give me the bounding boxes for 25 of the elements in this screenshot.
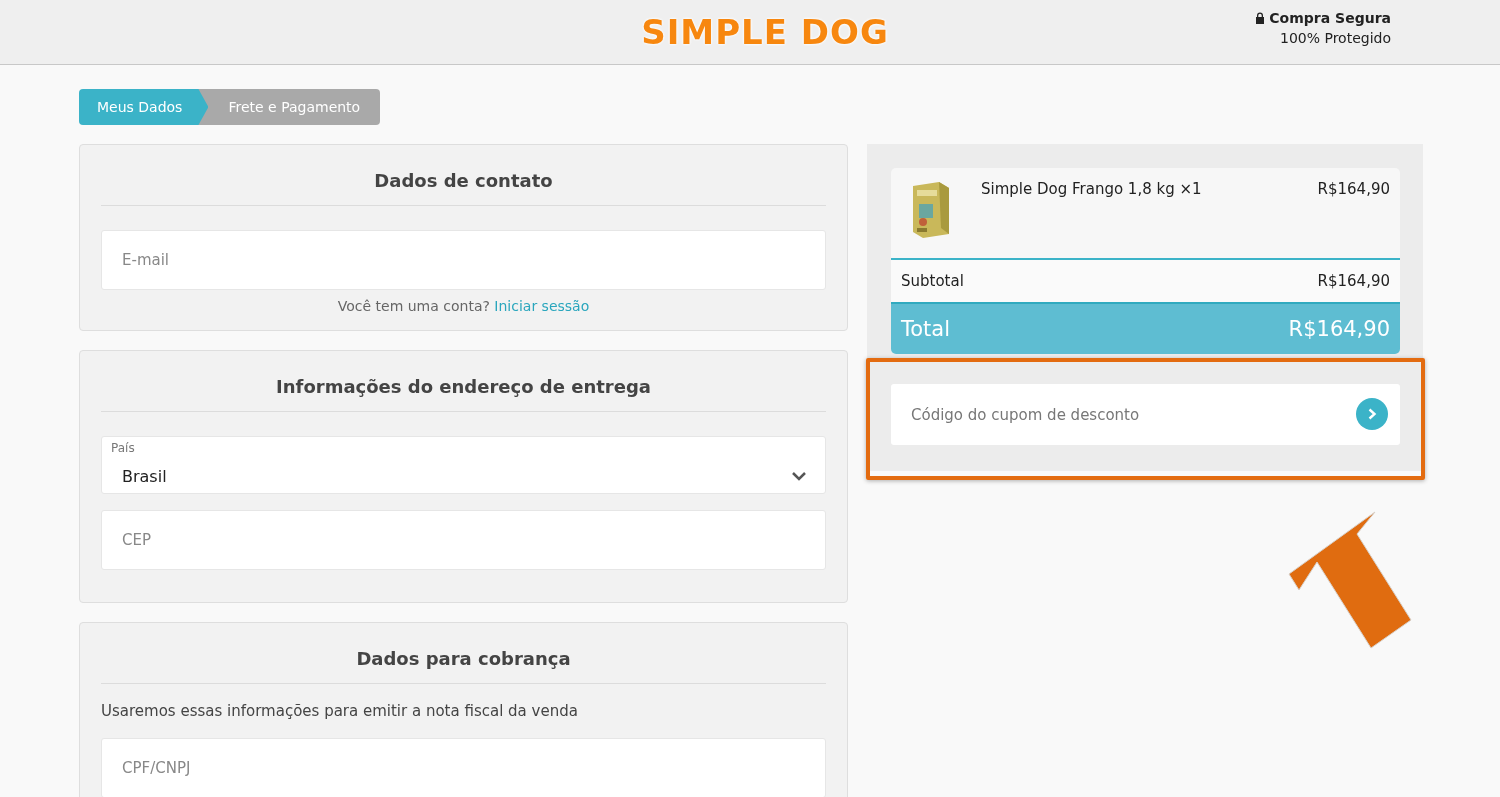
checkout-step[interactable]: Meus Dados <box>79 89 209 125</box>
email-field[interactable]: E-mail <box>101 230 826 290</box>
lock-icon <box>1255 12 1266 24</box>
section-title: Dados para cobrança <box>101 623 826 684</box>
account-prompt: Você tem uma conta? Iniciar sessão <box>336 298 591 314</box>
chevron-right-icon <box>1367 408 1377 420</box>
product-name: Simple Dog Frango 1,8 kg ×1 <box>981 180 1203 198</box>
coupon-field[interactable]: Código do cupom de desconto <box>891 384 1400 445</box>
total-value: R$164,90 <box>1288 317 1390 341</box>
logo[interactable]: SIMPLE DOG <box>641 12 889 52</box>
protected-label: 100% Protegido <box>1279 30 1391 46</box>
checkout-step[interactable]: Frete e Pagamento <box>198 89 381 125</box>
document-field[interactable]: CPF/CNPJ <box>101 738 826 797</box>
section-title: Informações do endereço de entrega <box>101 351 826 412</box>
product-price: R$164,90 <box>1317 180 1390 198</box>
chevron-down-icon <box>791 471 807 481</box>
country-select[interactable]: País Brasil <box>101 436 826 494</box>
secure-purchase-label: Compra Segura <box>1269 10 1391 26</box>
section-title: Dados de contato <box>101 145 826 206</box>
total-label: Total <box>901 317 951 341</box>
login-link[interactable]: Iniciar sessão <box>494 298 590 314</box>
cep-field[interactable]: CEP <box>101 510 826 570</box>
subtotal-value: R$164,90 <box>1317 272 1390 290</box>
billing-note: Usaremos essas informações para emitir a nota fiscal da venda <box>101 702 579 720</box>
subtotal-label: Subtotal <box>901 272 964 290</box>
